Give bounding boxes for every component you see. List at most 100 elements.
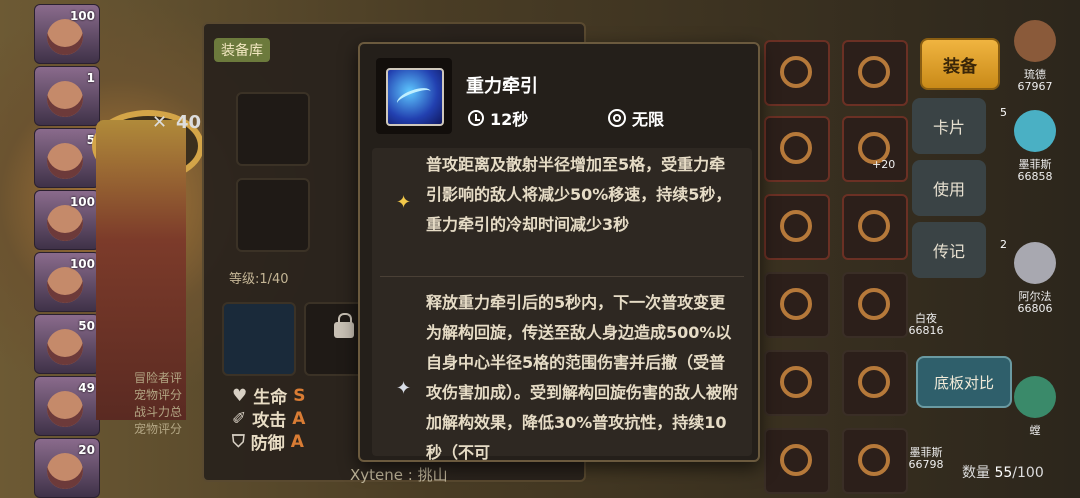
- use-button[interactable]: 使用: [912, 160, 986, 216]
- armor-icon: [858, 210, 890, 242]
- compare-button[interactable]: 底板对比: [916, 356, 1012, 408]
- stat-label: 生命: [253, 388, 288, 408]
- roster-count: 100: [69, 257, 95, 271]
- ring-icon: [780, 444, 812, 476]
- inventory-item[interactable]: [764, 350, 830, 416]
- inventory-item[interactable]: [764, 428, 830, 494]
- clock-icon: [468, 110, 484, 126]
- skill-slot[interactable]: [222, 302, 296, 376]
- inventory-item[interactable]: [842, 40, 908, 106]
- biography-button[interactable]: 传记: [912, 222, 986, 278]
- hero-portrait: [47, 267, 83, 303]
- hero-level: 2: [1000, 238, 1007, 251]
- inventory-item[interactable]: [764, 194, 830, 260]
- roster-slot[interactable]: 100: [34, 190, 100, 250]
- bow-icon: [780, 56, 812, 88]
- skill-icon-frame: [376, 58, 452, 134]
- roster-count: 1: [86, 71, 95, 85]
- library-tab[interactable]: 装备库: [214, 38, 270, 62]
- hero-power: 67967: [1017, 80, 1053, 93]
- lock-icon: [334, 313, 354, 338]
- info-line: 宠物评分: [134, 422, 183, 436]
- hero-entry[interactable]: 2 阿尔法 66806: [998, 236, 1072, 316]
- stat-row: ♥ 生命 S: [232, 384, 306, 409]
- cooldown-info: 12秒: [468, 106, 528, 130]
- hero-entry[interactable]: 5 墨菲斯 66858: [998, 104, 1072, 184]
- roster-slot[interactable]: 100: [34, 4, 100, 64]
- roster-slot[interactable]: 100: [34, 252, 100, 312]
- hero-level: 5: [1000, 106, 1007, 119]
- armor-icon: [780, 210, 812, 242]
- roster-slot[interactable]: 1: [34, 66, 100, 126]
- inventory-item[interactable]: [842, 116, 908, 182]
- hero-entry[interactable]: 白夜 66816: [896, 272, 956, 337]
- player-info: 冒险者评 宠物评分 战斗力总 宠物评分: [134, 370, 182, 438]
- roster-count: 100: [69, 195, 95, 209]
- cooldown-value: 12秒: [490, 110, 529, 129]
- ring-icon: [858, 288, 890, 320]
- armor-slot[interactable]: [236, 178, 310, 252]
- uses-info: 无限: [608, 106, 664, 130]
- stat-row: ✐ 攻击 A: [232, 407, 306, 432]
- chat-message: Xytene : 挑山: [350, 466, 448, 484]
- hero-entry[interactable]: 墨菲斯 66798: [896, 406, 956, 471]
- hero-avatar: [1014, 242, 1056, 284]
- inventory-item[interactable]: [842, 194, 908, 260]
- hero-power: 66798: [908, 458, 944, 471]
- gold-star-icon: ✦: [396, 192, 412, 213]
- hero-portrait: [47, 391, 83, 427]
- roster-slot[interactable]: 49: [34, 376, 100, 436]
- hero-name: 螳: [1029, 424, 1041, 437]
- hero-portrait: [47, 205, 83, 241]
- inventory-count: 数量 55/100: [962, 462, 1044, 482]
- roster-count: 50: [78, 319, 95, 333]
- ring-icon: [858, 366, 890, 398]
- stat-grade: S: [293, 385, 306, 406]
- effect-entry: ✦ 普攻距离及散射半径增加至5格，受重力牵引影响的敌人将减少50%移速，持续5秒…: [380, 148, 744, 268]
- effect-text: 普攻距离及散射半径增加至5格，受重力牵引影响的敌人将减少50%移速，持续5秒，重…: [426, 155, 732, 234]
- card-button[interactable]: 卡片: [912, 98, 986, 154]
- roster-count: 20: [78, 443, 95, 457]
- count-current: 55: [994, 465, 1013, 481]
- roster-slot[interactable]: 5: [34, 128, 100, 188]
- effect-text: 释放重力牵引后的5秒内，下一次普攻变更为解构回旋，传送至敌人身边造成500%以自…: [426, 293, 739, 462]
- stat-row: ⛉ 防御 A: [232, 430, 306, 455]
- hero-power: 66858: [1017, 170, 1053, 183]
- hero-portrait: [47, 143, 83, 179]
- roster-slot[interactable]: 20: [34, 438, 100, 498]
- stat-grade: A: [292, 408, 306, 429]
- divider: [380, 276, 744, 277]
- bow-icon: [780, 132, 812, 164]
- silver-star-icon: ✦: [396, 378, 412, 399]
- skill-tooltip: 重力牵引 12秒 无限 ✦ 普攻距离及散射半径增加至5格，受重力牵引影响的敌人将…: [358, 42, 760, 462]
- hero-power: 66816: [908, 324, 944, 337]
- stat-grades: ♥ 生命 S ✐ 攻击 A ⛉ 防御 A: [232, 384, 306, 455]
- equip-button[interactable]: 装备: [920, 38, 1000, 90]
- stat-label: 防御: [250, 434, 285, 454]
- hero-portrait: [47, 453, 83, 489]
- gravity-pull-skill-icon: [386, 68, 444, 126]
- hero-avatar: [1014, 376, 1056, 418]
- bow-slot[interactable]: [236, 92, 310, 166]
- sword-icon: ✐: [232, 408, 247, 429]
- hero-portrait: [47, 19, 83, 55]
- skill-name: 重力牵引: [466, 76, 538, 97]
- uses-value: 无限: [632, 110, 665, 129]
- close-x-icon[interactable]: ✕: [152, 112, 167, 133]
- inventory-item[interactable]: [764, 40, 830, 106]
- heart-icon: ♥: [232, 385, 248, 406]
- info-line: 战斗力总: [134, 405, 183, 419]
- bow-icon: [858, 56, 890, 88]
- inventory-item[interactable]: [764, 272, 830, 338]
- count-label: 数量: [962, 465, 990, 481]
- inventory-item[interactable]: [764, 116, 830, 182]
- effect-entry: ✦ 释放重力牵引后的5秒内，下一次普攻变更为解构回旋，传送至敌人身边造成500%…: [380, 286, 744, 460]
- roster-count: 49: [78, 381, 95, 395]
- inventory-grid: [760, 36, 912, 498]
- count-total: /100: [1012, 465, 1044, 481]
- enhance-badge: +20: [872, 158, 896, 171]
- roster-slot[interactable]: 50: [34, 314, 100, 374]
- info-line: 冒险者评: [134, 371, 183, 385]
- hero-entry[interactable]: 琉德 67967: [998, 14, 1072, 94]
- ring-icon: [780, 288, 812, 320]
